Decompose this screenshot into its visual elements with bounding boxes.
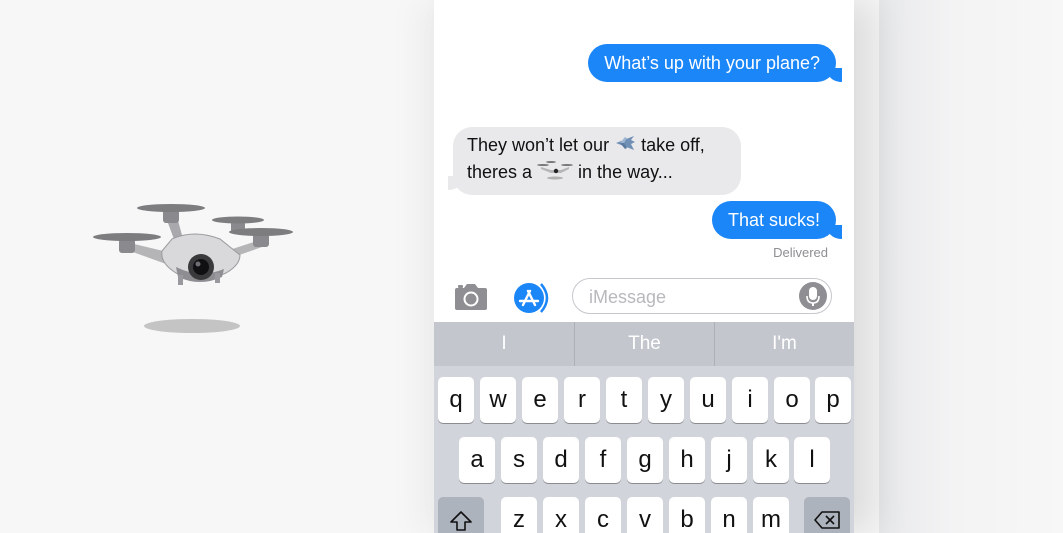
key-g[interactable]: g [627, 437, 663, 483]
microphone-icon[interactable] [799, 282, 827, 310]
key-p[interactable]: p [815, 377, 851, 423]
camera-icon[interactable] [452, 283, 490, 316]
message-text: theres a [467, 162, 538, 182]
delete-key[interactable] [804, 497, 850, 533]
suggestion-item[interactable]: I [434, 322, 574, 366]
key-s[interactable]: s [501, 437, 537, 483]
message-text: take off, [636, 135, 705, 155]
keyboard: I The I'm q w e r t y u i o p a s d f g … [434, 322, 854, 533]
key-n[interactable]: n [711, 497, 747, 533]
delete-icon [813, 509, 841, 533]
key-m[interactable]: m [753, 497, 789, 533]
key-b[interactable]: b [669, 497, 705, 533]
key-e[interactable]: e [522, 377, 558, 423]
imessage-input[interactable] [587, 285, 791, 309]
message-text: They won’t let our [467, 135, 615, 155]
bubble-tail [828, 68, 842, 82]
key-h[interactable]: h [669, 437, 705, 483]
message-text: in the way... [573, 162, 673, 182]
shift-icon [449, 511, 473, 533]
sent-message-bubble[interactable]: What’s up with your plane? [588, 44, 836, 82]
message-text: That sucks! [727, 210, 820, 230]
key-u[interactable]: u [690, 377, 726, 423]
suggestion-item[interactable]: I'm [715, 322, 854, 366]
key-z[interactable]: z [501, 497, 537, 533]
key-t[interactable]: t [606, 377, 642, 423]
key-a[interactable]: a [459, 437, 495, 483]
key-j[interactable]: j [711, 437, 747, 483]
sent-message-bubble[interactable]: That sucks! [711, 201, 836, 239]
messages-screen: What’s up with your plane? They won’t le… [434, 0, 854, 533]
key-y[interactable]: y [648, 377, 684, 423]
key-d[interactable]: d [543, 437, 579, 483]
key-v[interactable]: v [627, 497, 663, 533]
key-r[interactable]: r [564, 377, 600, 423]
key-i[interactable]: i [732, 377, 768, 423]
delivered-status: Delivered [773, 245, 828, 260]
app-store-icon[interactable] [513, 282, 553, 314]
suggestion-item[interactable]: The [575, 322, 714, 366]
key-l[interactable]: l [794, 437, 830, 483]
drone-emoji-large [90, 195, 300, 340]
key-k[interactable]: k [753, 437, 789, 483]
background-panel [879, 0, 1063, 533]
message-input-bar [434, 272, 854, 322]
key-c[interactable]: c [585, 497, 621, 533]
received-message-bubble[interactable]: They won’t let our take off, theres a in… [453, 127, 741, 196]
key-x[interactable]: x [543, 497, 579, 533]
key-o[interactable]: o [774, 377, 810, 423]
key-w[interactable]: w [480, 377, 516, 423]
bubble-tail [828, 225, 842, 239]
key-q[interactable]: q [438, 377, 474, 423]
message-text: What’s up with your plane? [604, 53, 820, 73]
imessage-field[interactable] [572, 278, 832, 314]
drone-emoji-icon [537, 159, 574, 187]
airplane-emoji-icon [614, 133, 636, 159]
shift-key[interactable] [438, 497, 484, 533]
predictive-bar: I The I'm [434, 322, 854, 366]
key-f[interactable]: f [585, 437, 621, 483]
